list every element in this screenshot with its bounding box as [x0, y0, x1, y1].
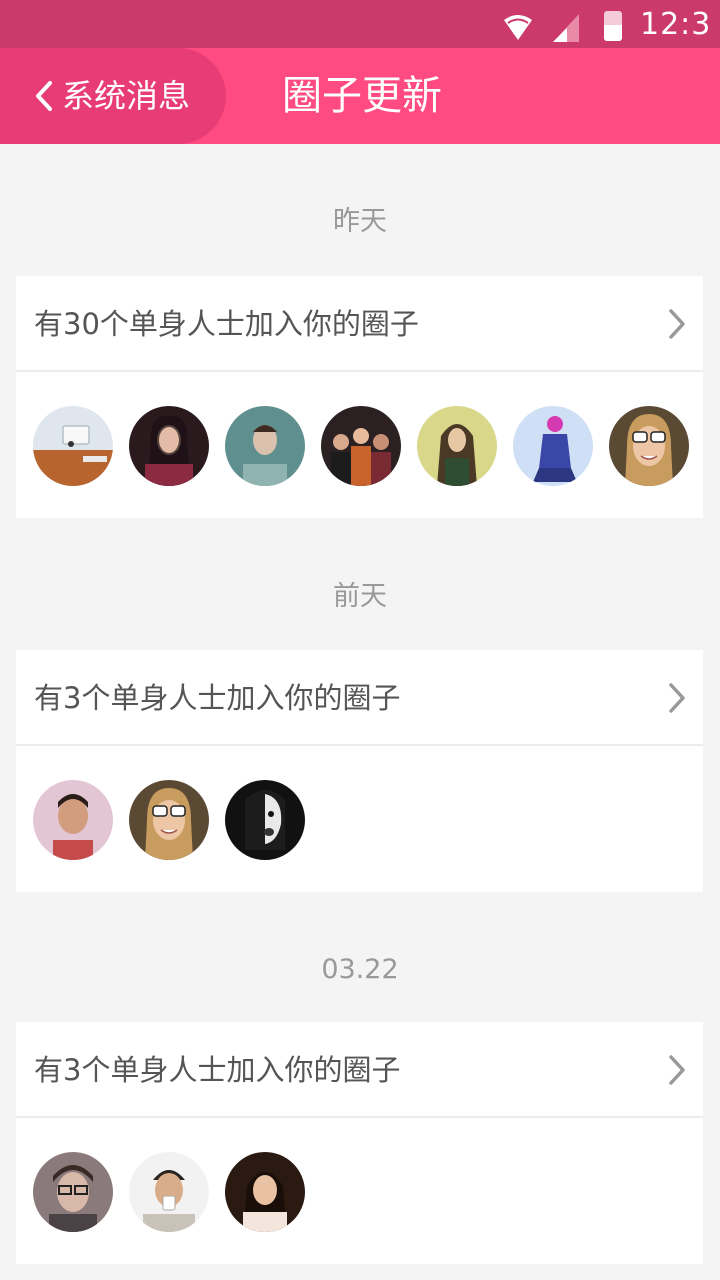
back-label: 系统消息: [62, 77, 191, 115]
update-message: 有3个单身人士加入你的圈子: [34, 681, 401, 715]
cell-signal-icon: [553, 14, 579, 46]
chevron-right-icon: [667, 308, 687, 344]
avatar[interactable]: [129, 1152, 209, 1232]
avatar[interactable]: [33, 780, 113, 860]
avatar[interactable]: [129, 780, 209, 860]
app-bar: 系统消息 圈子更新: [0, 48, 720, 144]
battery-icon: [604, 11, 622, 41]
page-title: 圈子更新: [282, 73, 442, 119]
avatar[interactable]: [33, 1152, 113, 1232]
update-card: 有3个单身人士加入你的圈子: [16, 1022, 703, 1264]
date-label: 前天: [333, 581, 387, 612]
avatar[interactable]: [321, 406, 401, 486]
card-header[interactable]: 有3个单身人士加入你的圈子: [16, 1022, 703, 1118]
card-header[interactable]: 有30个单身人士加入你的圈子: [16, 276, 703, 372]
avatar[interactable]: [609, 406, 689, 486]
date-label: 昨天: [333, 206, 387, 237]
update-card: 有3个单身人士加入你的圈子: [16, 650, 703, 892]
avatar[interactable]: [417, 406, 497, 486]
avatar[interactable]: [225, 780, 305, 860]
avatar[interactable]: [129, 406, 209, 486]
avatar[interactable]: [33, 406, 113, 486]
update-card: 有30个单身人士加入你的圈子: [16, 276, 703, 518]
status-clock: 12:3: [640, 7, 712, 42]
chevron-right-icon: [667, 1054, 687, 1090]
wifi-icon: [503, 14, 533, 46]
back-button[interactable]: 系统消息: [0, 48, 226, 144]
update-message: 有30个单身人士加入你的圈子: [34, 307, 419, 341]
avatar[interactable]: [225, 406, 305, 486]
chevron-right-icon: [667, 682, 687, 718]
update-message: 有3个单身人士加入你的圈子: [34, 1053, 401, 1087]
date-label: 03.22: [321, 954, 399, 985]
avatar[interactable]: [513, 406, 593, 486]
chevron-left-icon: [34, 80, 54, 116]
avatar[interactable]: [225, 1152, 305, 1232]
status-bar: 12:3: [0, 0, 720, 48]
card-header[interactable]: 有3个单身人士加入你的圈子: [16, 650, 703, 746]
